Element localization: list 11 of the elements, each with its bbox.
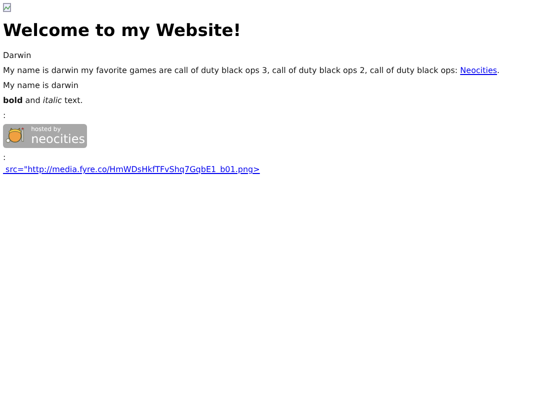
image-source-link[interactable]: src="http://media.fyre.co/HmWDsHkfTFvShq7GqbE1_b01.png>: [3, 165, 260, 174]
paragraph: bold and italic text.: [3, 97, 84, 105]
paragraph: My name is darwin: [3, 82, 80, 90]
neocities-link[interactable]: Neocities: [460, 66, 498, 75]
colon-text: :: [3, 112, 7, 120]
paragraph: Darwin: [3, 52, 32, 60]
paragraph: My name is darwin my favorite games are call of duty black ops 3, call of duty black ops 2, call of duty black ops: Neocities.: [3, 67, 501, 75]
page-heading: Welcome to my Website!: [3, 21, 242, 41]
colon-text: :: [3, 154, 7, 162]
broken-image-icon: [3, 3, 11, 12]
badge-brand: neocities: [31, 133, 85, 145]
